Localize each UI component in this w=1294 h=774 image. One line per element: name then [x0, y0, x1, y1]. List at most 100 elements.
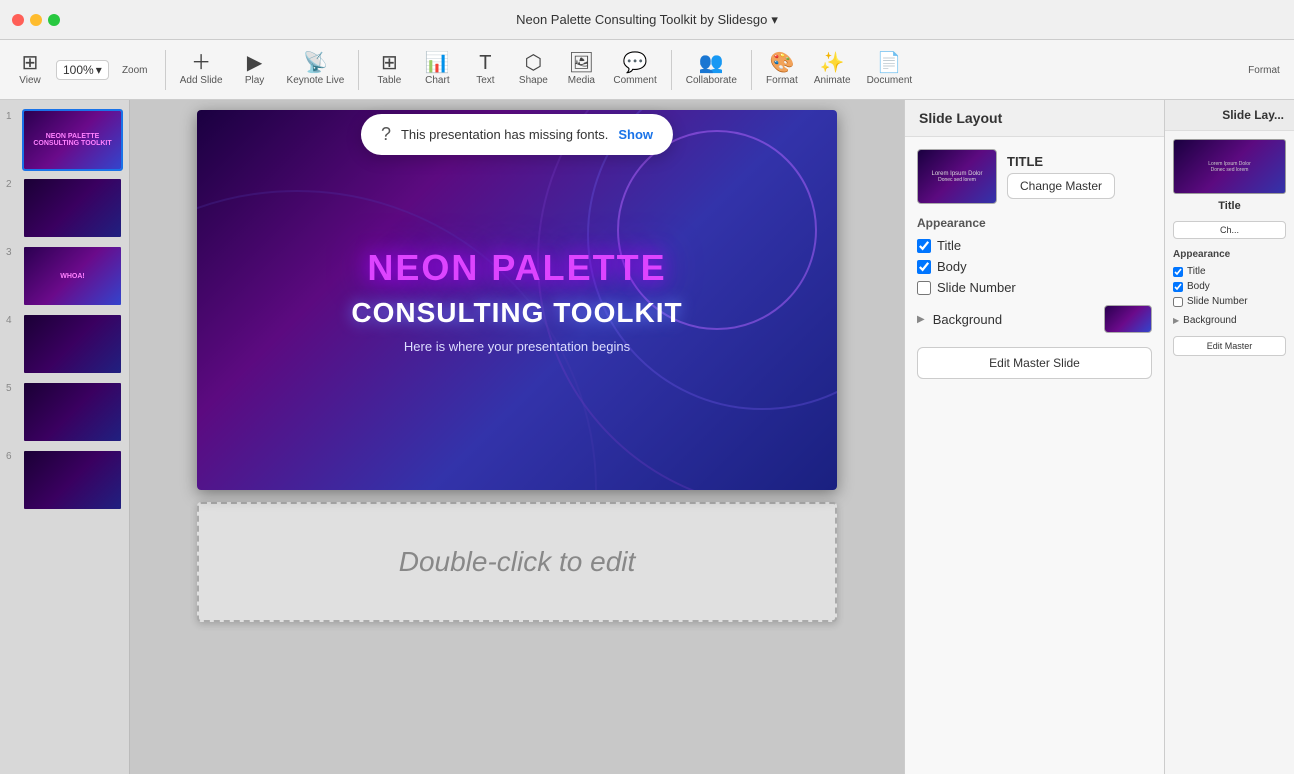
slide-number-2: 2	[6, 179, 18, 190]
slide-thumb-inner-3: WHOA!	[24, 247, 121, 305]
toolbar-view[interactable]: ⊞ View	[8, 44, 52, 96]
slide-thumb-inner-2	[24, 179, 121, 237]
right-panel: Slide Lay... Lorem Ipsum DolorDonec sed …	[1164, 100, 1294, 774]
add-slide-label: Add Slide	[180, 75, 223, 86]
change-master-button[interactable]: Change Master	[1007, 173, 1115, 199]
slide-item-2[interactable]: 2	[0, 174, 129, 242]
toolbar-zoom[interactable]: 100% ▾	[56, 60, 109, 80]
slide-thumb-4[interactable]	[22, 313, 123, 375]
toolbar-chart[interactable]: 📊 Chart	[415, 44, 459, 96]
background-row: ▶ Background	[917, 305, 1152, 333]
appearance-body-row: Body	[917, 259, 1152, 274]
slide-thumb-3[interactable]: WHOA!	[22, 245, 123, 307]
slide-number-6: 6	[6, 451, 18, 462]
appearance-slide-number-label: Slide Number	[937, 280, 1016, 295]
second-slide-canvas[interactable]: Double-click to edit	[197, 502, 837, 622]
play-label: Play	[245, 75, 264, 86]
toolbar-keynote-live[interactable]: 📡 Keynote Live	[281, 44, 351, 96]
appearance-slide-number-checkbox[interactable]	[917, 281, 931, 295]
toolbar-media[interactable]: 🖼 Media	[559, 44, 603, 96]
rp-background-row: ▶ Background	[1173, 315, 1286, 326]
traffic-lights	[12, 14, 60, 26]
title-text: Neon Palette Consulting Toolkit by Slide…	[516, 12, 767, 27]
close-button[interactable]	[12, 14, 24, 26]
chart-label: Chart	[425, 75, 449, 86]
appearance-title-row: Title	[917, 238, 1152, 253]
slide-thumb-inner-4	[24, 315, 121, 373]
appearance-section-title: Appearance	[917, 216, 1152, 230]
rp-title-checkbox[interactable]	[1173, 267, 1183, 277]
slide-item-3[interactable]: 3 WHOA!	[0, 242, 129, 310]
slide-thumb-1[interactable]: NEON PALETTECONSULTING TOOLKIT	[22, 109, 123, 171]
notification-show-button[interactable]: Show	[618, 127, 653, 142]
rp-appearance-title-row: Title	[1173, 266, 1286, 277]
slide-thumb-6[interactable]	[22, 449, 123, 511]
double-click-text: Double-click to edit	[399, 546, 636, 578]
add-slide-icon: ＋	[191, 53, 211, 73]
maximize-button[interactable]	[48, 14, 60, 26]
slide-subtitle: CONSULTING TOOLKIT	[351, 297, 682, 329]
title-bar: Neon Palette Consulting Toolkit by Slide…	[0, 0, 1294, 40]
appearance-body-checkbox[interactable]	[917, 260, 931, 274]
toolbar-table[interactable]: ⊞ Table	[367, 44, 411, 96]
slide-thumb-inner-5	[24, 383, 121, 441]
toolbar-collaborate[interactable]: 👥 Collaborate	[680, 44, 743, 96]
notification-icon: ?	[381, 124, 391, 145]
slide-item-4[interactable]: 4	[0, 310, 129, 378]
minimize-button[interactable]	[30, 14, 42, 26]
layout-title-text: TITLE	[1007, 154, 1115, 169]
animate-label: Animate	[814, 75, 851, 86]
slide-item-1[interactable]: 1 NEON PALETTECONSULTING TOOLKIT	[0, 106, 129, 174]
notification-text: This presentation has missing fonts.	[401, 127, 608, 142]
slide-number-1: 1	[6, 111, 18, 122]
right-panel-content: Lorem Ipsum DolorDonec sed lorem Title C…	[1165, 131, 1294, 364]
rp-edit-master-button[interactable]: Edit Master	[1173, 336, 1286, 356]
slide-thumb-2[interactable]	[22, 177, 123, 239]
toolbar-text[interactable]: T Text	[463, 44, 507, 96]
view-label: View	[19, 75, 41, 86]
slide-item-5[interactable]: 5	[0, 378, 129, 446]
text-label: Text	[476, 75, 494, 86]
rp-layout-title: Title	[1173, 200, 1286, 212]
panel-header: Slide Layout	[905, 100, 1164, 137]
toolbar-format-right[interactable]: Format	[1242, 44, 1286, 96]
rp-body-checkbox[interactable]	[1173, 282, 1183, 292]
toolbar-format[interactable]: 🎨 Format	[760, 44, 804, 96]
rp-appearance-title: Appearance	[1173, 249, 1286, 260]
toolbar-add-slide[interactable]: ＋ Add Slide	[174, 44, 229, 96]
rp-change-master-button[interactable]: Ch...	[1173, 221, 1286, 239]
window-title: Neon Palette Consulting Toolkit by Slide…	[516, 12, 778, 28]
toolbar-zoom-group[interactable]: Zoom	[113, 44, 157, 96]
view-icon: ⊞	[22, 53, 39, 73]
main-slide-canvas[interactable]: NEON PALETTE CONSULTING TOOLKIT Here is …	[197, 110, 837, 490]
comment-label: Comment	[613, 75, 656, 86]
appearance-title-checkbox[interactable]	[917, 239, 931, 253]
rp-slide-number-checkbox[interactable]	[1173, 297, 1183, 307]
appearance-body-label: Body	[937, 259, 967, 274]
canvas-area: ? This presentation has missing fonts. S…	[130, 100, 904, 774]
background-swatch[interactable]	[1104, 305, 1152, 333]
slide-number-5: 5	[6, 383, 18, 394]
slide-tagline: Here is where your presentation begins	[404, 339, 630, 354]
appearance-slide-number-row: Slide Number	[917, 280, 1152, 295]
layout-preview-row: Lorem Ipsum DolorDonec sed lorem TITLE C…	[917, 149, 1152, 204]
shape-icon: ⬡	[525, 53, 542, 73]
rp-appearance-body-row: Body	[1173, 281, 1286, 292]
slide-thumb-5[interactable]	[22, 381, 123, 443]
slide-number-4: 4	[6, 315, 18, 326]
rp-body-label: Body	[1187, 281, 1210, 292]
rp-slide-number-label: Slide Number	[1187, 296, 1248, 307]
chart-icon: 📊	[425, 53, 450, 73]
slide-item-6[interactable]: 6	[0, 446, 129, 514]
toolbar-play[interactable]: ▶ Play	[233, 44, 277, 96]
rp-background-label: Background	[1183, 315, 1286, 326]
background-arrow-icon: ▶	[917, 314, 925, 325]
toolbar-animate[interactable]: ✨ Animate	[808, 44, 857, 96]
toolbar-shape[interactable]: ⬡ Shape	[511, 44, 555, 96]
collaborate-icon: 👥	[699, 53, 724, 73]
toolbar-comment[interactable]: 💬 Comment	[607, 44, 662, 96]
layout-preview-thumb: Lorem Ipsum DolorDonec sed lorem	[917, 149, 997, 204]
edit-master-slide-button[interactable]: Edit Master Slide	[917, 347, 1152, 379]
toolbar-document[interactable]: 📄 Document	[861, 44, 919, 96]
collaborate-label: Collaborate	[686, 75, 737, 86]
